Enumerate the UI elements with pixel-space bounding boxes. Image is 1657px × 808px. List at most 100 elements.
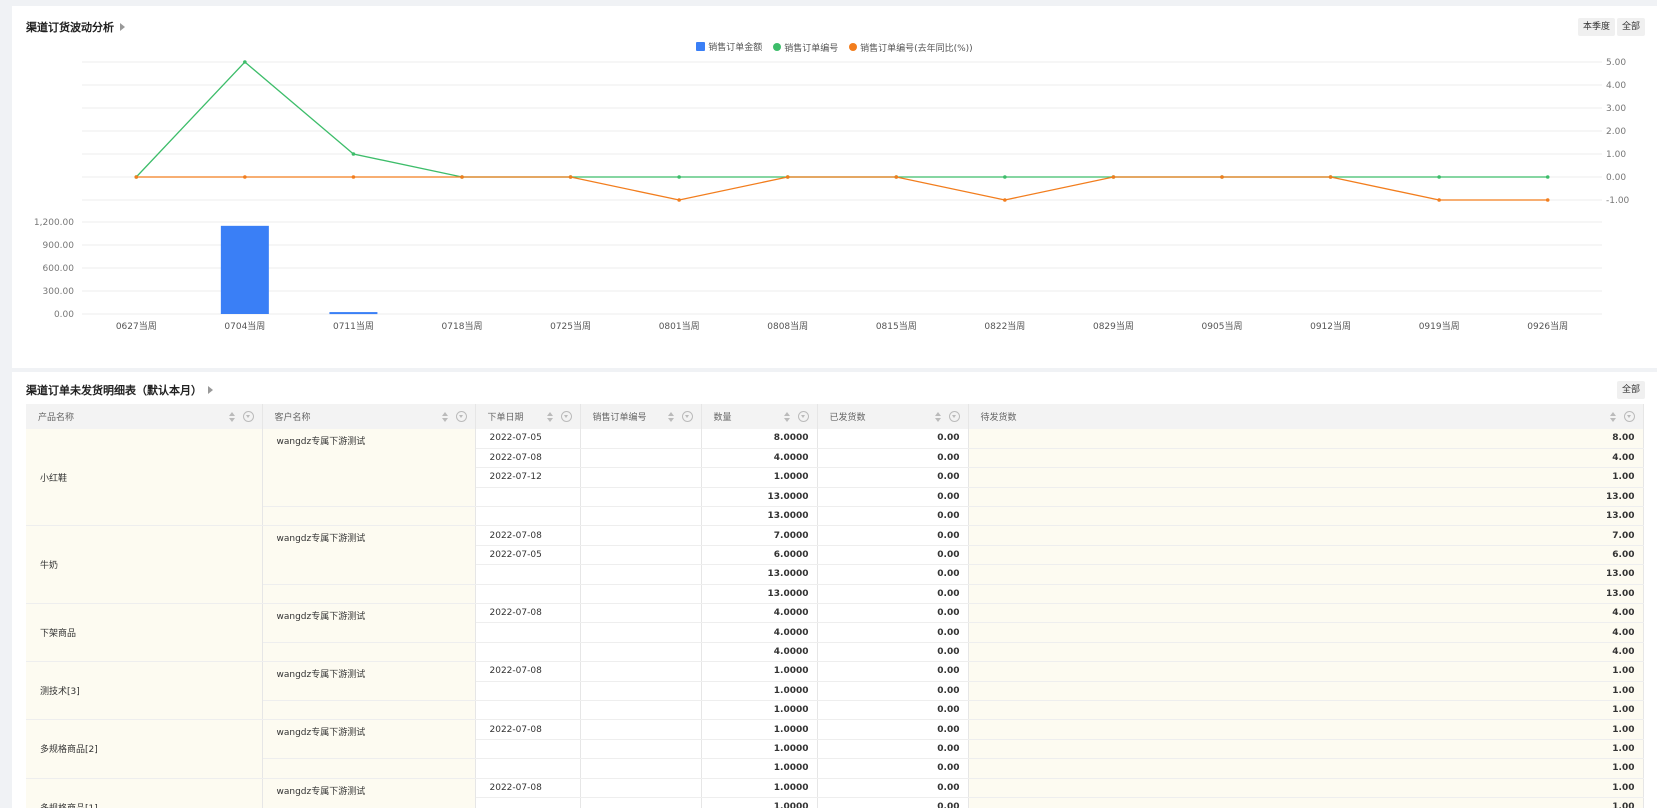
series-point bbox=[1328, 175, 1333, 179]
table-row[interactable]: 多规格商品[2] wangdz专属下游测试 2022-07-08 1.0000 0.00… bbox=[26, 719, 1644, 779]
table-row[interactable]: 小红鞋 wangdz专属下游测试 2022-07-05 8.0000 0.00 8.00 bbox=[26, 429, 1644, 527]
x-axis-tick-label: 0704当周 bbox=[224, 320, 265, 332]
product-name-cell: 小红鞋 bbox=[26, 429, 263, 527]
series-point bbox=[1003, 198, 1007, 202]
filter-icon[interactable] bbox=[455, 411, 467, 422]
column-controls bbox=[783, 411, 809, 422]
product-name-cell: 多规格商品[2] bbox=[26, 719, 263, 779]
series-point bbox=[460, 175, 464, 179]
table-row[interactable]: 1.0000 0.00 1.00 bbox=[26, 758, 1644, 779]
quantity-cell: 13.0000 bbox=[701, 564, 818, 585]
customer-name-cell: wangdz专属下游测试 bbox=[262, 719, 476, 760]
order-number-cell bbox=[580, 487, 702, 508]
product-name-cell: 测技术[3] bbox=[26, 661, 263, 721]
sort-icon[interactable] bbox=[441, 411, 448, 422]
chart-panel: 渠道订货波动分析 本季度 全部 销售订单金额 销售订单编号 销售订单编号(去年同… bbox=[12, 6, 1657, 368]
table-row[interactable]: 多规格商品[1]wangdz专属下游测试2022-07-08 1.00000.00… bbox=[26, 778, 1644, 808]
customer-name-cell: wangdz专属下游测试 bbox=[262, 525, 476, 585]
customer-subtotal-cell bbox=[262, 642, 476, 663]
order-fluctuation-chart: -1.00 0.00 1.00 2.00 3.00 4.00 5.00 0.00 300.00 6… bbox=[34, 58, 1630, 332]
filter-icon[interactable] bbox=[242, 411, 254, 422]
table-body: 小红鞋 wangdz专属下游测试 2022-07-05 8.0000 0.00 8.00 2… bbox=[26, 429, 1644, 808]
bar-0711当周 bbox=[329, 312, 378, 315]
x-axis-tick-label: 0801当周 bbox=[659, 320, 700, 332]
sort-icon[interactable] bbox=[228, 411, 235, 422]
sort-icon[interactable] bbox=[546, 411, 553, 422]
dashboard: 渠道订货波动分析 本季度 全部 销售订单金额 销售订单编号 销售订单编号(去年同… bbox=[12, 6, 1657, 808]
column-header[interactable]: 销售订单编号 bbox=[580, 404, 702, 429]
filter-icon[interactable] bbox=[948, 411, 960, 422]
x-axis-tick-label: 0926当周 bbox=[1527, 320, 1568, 332]
column-header[interactable]: 下单日期 bbox=[475, 404, 581, 429]
x-axis-tick-label: 0919当周 bbox=[1419, 320, 1460, 332]
table-row[interactable]: 测技术[3] wangdz专属下游测试 2022-07-08 1.0000 0.00 1.… bbox=[26, 661, 1644, 721]
filter-icon[interactable] bbox=[797, 411, 809, 422]
filter-icon[interactable] bbox=[560, 411, 572, 422]
shipped-quantity-cell: 0.00 bbox=[817, 467, 969, 488]
order-date-cell: 2022-07-08 bbox=[475, 448, 581, 469]
line-axis-tick-label: 2.00 bbox=[1606, 127, 1626, 137]
shipped-quantity-cell: 0.00 bbox=[817, 739, 969, 760]
shipped-quantity-cell: 0.00 bbox=[817, 603, 969, 624]
sort-icon[interactable] bbox=[934, 411, 941, 422]
column-header[interactable]: 产品名称 bbox=[26, 404, 263, 429]
order-date-cell bbox=[475, 758, 581, 779]
order-number-cell bbox=[580, 448, 702, 469]
shipped-quantity-cell: 0.00 bbox=[817, 758, 969, 779]
x-axis-tick-label: 0829当周 bbox=[1093, 320, 1134, 332]
x-axis-tick-label: 0808当周 bbox=[767, 320, 808, 332]
line-axis-tick-label: 0.00 bbox=[1606, 173, 1626, 183]
filter-icon[interactable] bbox=[1623, 411, 1635, 422]
pending-quantity-cell: 6.00 bbox=[968, 545, 1644, 566]
x-axis-tick-label: 0905当周 bbox=[1202, 320, 1243, 332]
series-point bbox=[894, 175, 899, 179]
quantity-cell: 4.0000 bbox=[701, 603, 818, 624]
table-row[interactable]: 4.0000 0.00 4.00 bbox=[26, 642, 1644, 663]
customer-name-cell: wangdz专属下游测试 bbox=[262, 603, 476, 643]
order-number-cell bbox=[580, 681, 702, 701]
expand-caret-icon[interactable] bbox=[208, 386, 213, 394]
table-row[interactable]: 下架商品 wangdz专属下游测试 2022-07-08 4.0000 0.00 4.00 bbox=[26, 603, 1644, 663]
sort-icon[interactable] bbox=[783, 411, 790, 422]
column-header[interactable]: 待发货数 bbox=[968, 404, 1644, 429]
table-row[interactable]: 13.0000 0.00 13.00 bbox=[26, 584, 1644, 605]
series-point bbox=[1003, 175, 1007, 179]
order-number-cell bbox=[580, 525, 702, 546]
quantity-cell: 1.0000 bbox=[701, 681, 818, 701]
quantity-cell: 4.0000 bbox=[701, 448, 818, 469]
order-number-cell bbox=[580, 700, 702, 721]
table-row[interactable]: 13.0000 0.00 13.00 bbox=[26, 506, 1644, 527]
column-header[interactable]: 数量 bbox=[701, 404, 818, 429]
column-header[interactable]: 已发货数 bbox=[817, 404, 969, 429]
table-all-button[interactable]: 全部 bbox=[1617, 381, 1646, 399]
column-header[interactable]: 客户名称 bbox=[262, 404, 476, 429]
pending-quantity-cell: 1.00 bbox=[968, 797, 1644, 808]
pending-quantity-cell: 13.00 bbox=[968, 506, 1644, 527]
order-date-cell: 2022-07-05 bbox=[475, 545, 581, 566]
bar-axis-tick-label: 1,200.00 bbox=[34, 218, 74, 228]
bar-axis-tick-label: 900.00 bbox=[43, 241, 75, 251]
pending-quantity-cell: 1.00 bbox=[968, 739, 1644, 760]
filter-icon[interactable] bbox=[681, 411, 693, 422]
order-number-cell bbox=[580, 467, 702, 488]
column-controls bbox=[934, 411, 960, 422]
bar-axis-tick-label: 0.00 bbox=[54, 310, 74, 320]
bar-axis-tick-label: 600.00 bbox=[43, 264, 75, 274]
customer-subtotal-cell bbox=[262, 506, 476, 527]
pending-quantity-cell: 1.00 bbox=[968, 778, 1644, 798]
series-point bbox=[243, 60, 247, 64]
order-date-cell bbox=[475, 797, 581, 808]
quantity-cell: 13.0000 bbox=[701, 584, 818, 605]
shipped-quantity-cell: 0.00 bbox=[817, 506, 969, 527]
order-date-cell bbox=[475, 487, 581, 508]
table-panel-header[interactable]: 渠道订单未发货明细表（默认本月） bbox=[26, 382, 213, 398]
table-row[interactable]: 牛奶 wangdz专属下游测试 2022-07-08 7.0000 0.00 7.00 bbox=[26, 525, 1644, 605]
quantity-cell: 1.0000 bbox=[701, 719, 818, 740]
sort-icon[interactable] bbox=[1609, 411, 1616, 422]
series-point bbox=[134, 175, 139, 179]
sort-icon[interactable] bbox=[667, 411, 674, 422]
column-header-label: 下单日期 bbox=[487, 413, 524, 423]
series-point bbox=[677, 198, 681, 202]
order-number-cell bbox=[580, 778, 702, 798]
table-row[interactable]: 1.0000 0.00 1.00 bbox=[26, 700, 1644, 721]
